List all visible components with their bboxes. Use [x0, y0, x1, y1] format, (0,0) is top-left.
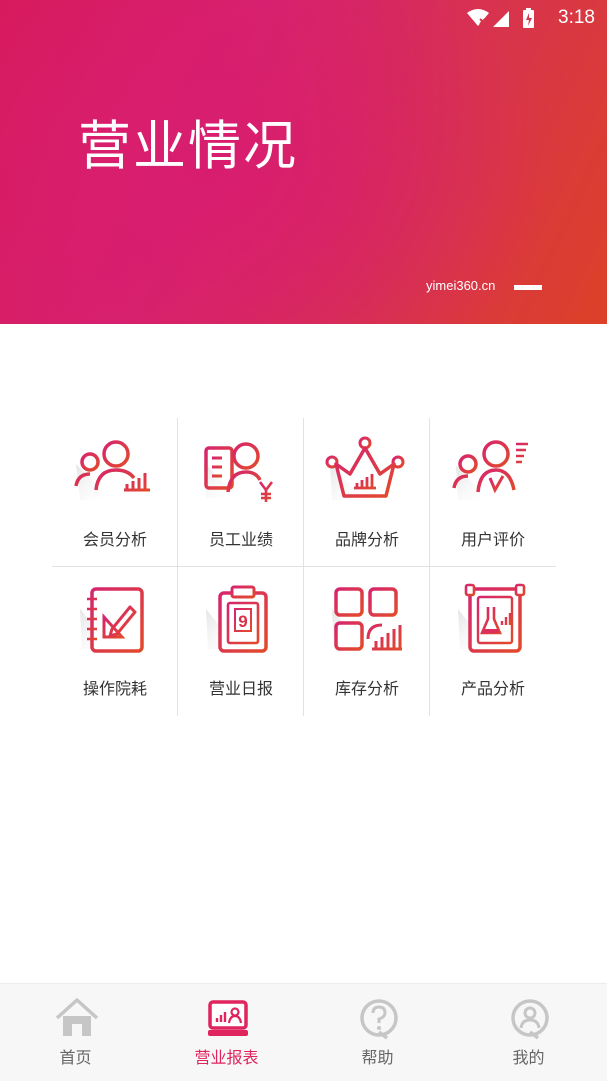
operation-consumption-icon: [80, 587, 144, 653]
profile-icon: [511, 999, 549, 1040]
banner[interactable]: 3:18 营业情况 yimei360.cn: [0, 0, 607, 324]
status-icons: [465, 7, 537, 33]
tab-report[interactable]: 营业报表: [151, 984, 302, 1081]
tab-label: 帮助: [361, 1048, 394, 1067]
inventory-analysis-icon: [332, 587, 402, 651]
bottom-tab-bar: 首页 营业报表 帮助 我的: [0, 983, 607, 1081]
banner-site: yimei360.cn: [426, 278, 496, 293]
grid-item-label: 营业日报: [208, 679, 273, 698]
brand-analysis-icon: [325, 436, 405, 500]
product-analysis-icon: [458, 583, 526, 653]
grid-item-label: 品牌分析: [334, 530, 399, 549]
staff-performance-icon: [204, 442, 274, 502]
page-title: 营业情况: [78, 116, 298, 177]
tab-profile[interactable]: 我的: [453, 984, 604, 1081]
grid-item-label: 操作院耗: [82, 679, 147, 698]
grid-item-label: 用户评价: [460, 530, 525, 549]
grid-item-daily-report[interactable]: 9 营业日报: [178, 567, 304, 716]
svg-text:9: 9: [238, 612, 247, 631]
report-icon: [208, 1000, 248, 1036]
wifi-icon: [467, 9, 489, 26]
signal-icon: [493, 11, 509, 27]
tab-home[interactable]: 首页: [0, 984, 151, 1081]
grid-item-label: 员工业绩: [208, 530, 273, 549]
grid-item-member-analysis[interactable]: 会员分析: [52, 418, 178, 567]
home-icon: [55, 998, 99, 1036]
tab-help[interactable]: 帮助: [302, 984, 453, 1081]
member-analysis-icon: [74, 440, 150, 500]
carousel-indicator: [514, 285, 542, 290]
status-bar: 3:18: [0, 0, 607, 36]
grid-item-label: 库存分析: [334, 679, 399, 698]
tab-label: 营业报表: [194, 1048, 259, 1067]
help-icon: [360, 999, 398, 1040]
status-time: 3:18: [558, 7, 595, 28]
grid-item-inventory-analysis[interactable]: 库存分析: [304, 567, 430, 716]
tab-label: 我的: [512, 1048, 545, 1067]
grid-item-operation-consumption[interactable]: 操作院耗: [52, 567, 178, 716]
grid-item-label: 产品分析: [460, 679, 525, 698]
grid-item-staff-performance[interactable]: 员工业绩: [178, 418, 304, 567]
grid-item-label: 会员分析: [82, 530, 147, 549]
grid-item-brand-analysis[interactable]: 品牌分析: [304, 418, 430, 567]
function-grid: 会员分析 员工业绩 品牌分析 用户评价 操作院耗 9 营业日报 库存分析 产品分…: [52, 418, 556, 716]
grid-item-user-review[interactable]: 用户评价: [430, 418, 556, 567]
battery-icon: [523, 8, 534, 28]
daily-report-icon: 9: [206, 585, 268, 653]
tab-label: 首页: [59, 1048, 92, 1067]
user-review-icon: [452, 440, 528, 500]
grid-item-product-analysis[interactable]: 产品分析: [430, 567, 556, 716]
